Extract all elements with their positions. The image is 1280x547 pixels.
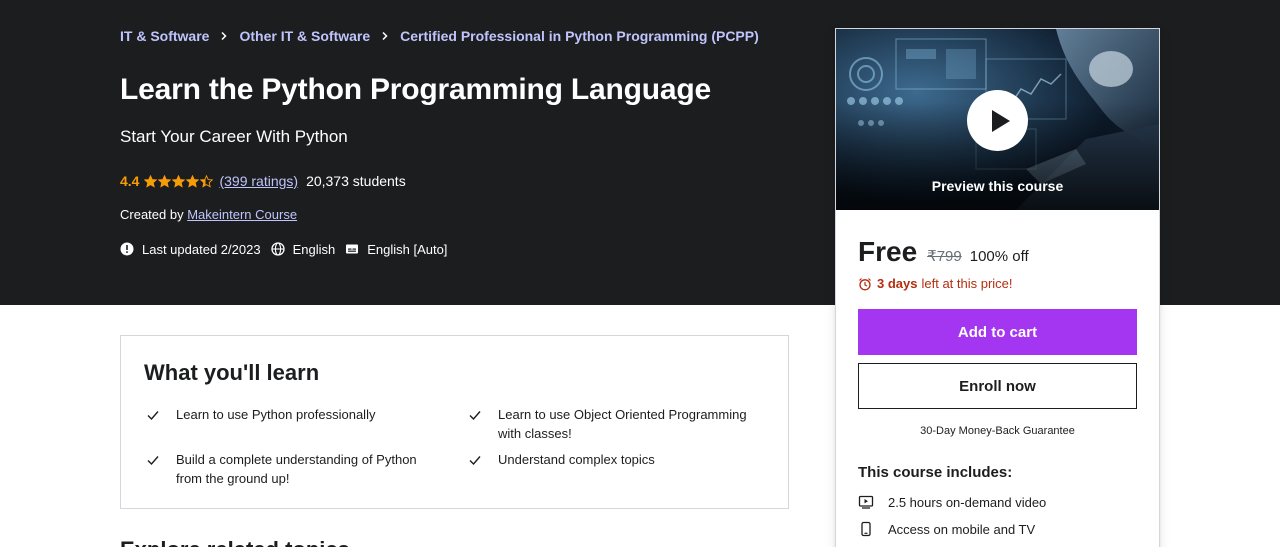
what-youll-learn: What you'll learn Learn to use Python pr… [120, 335, 789, 509]
learn-item-text: Understand complex topics [498, 452, 655, 467]
star-icon [186, 174, 200, 188]
language: English [270, 241, 336, 257]
play-icon [991, 109, 1010, 132]
money-back-guarantee: 30-Day Money-Back Guarantee [920, 425, 1075, 437]
star-icon [158, 174, 172, 188]
breadcrumb-item-other-it-software[interactable]: Other IT & Software [239, 28, 370, 44]
course-meta: Last updated 2/2023 English English [Aut… [120, 241, 457, 257]
closed-captions-icon [346, 244, 359, 254]
star-icon [172, 174, 186, 188]
check-icon [147, 456, 159, 466]
rating-stars [144, 174, 214, 188]
alarm-clock-icon [859, 277, 871, 290]
check-icon [469, 456, 481, 466]
original-price: ₹799 [927, 248, 962, 265]
learn-item: Learn to use Object Oriented Programming… [468, 405, 768, 443]
timer-days: 3 days [877, 276, 918, 291]
globe-icon [270, 242, 285, 256]
learn-item: Understand complex topics [468, 450, 768, 469]
chevron-right-icon [219, 31, 229, 41]
course-title: Learn the Python Programming Language [120, 73, 712, 106]
timer-text: left at this price! [921, 276, 1013, 291]
created-by-label: Created by [120, 207, 184, 222]
current-price: Free [858, 236, 918, 267]
purchase-sidebar: Preview this course Free ₹799 100% off 3… [835, 28, 1160, 547]
breadcrumb: IT & Software Other IT & Software Certif… [120, 27, 759, 45]
learn-item-text: Learn to use Object Oriented Programming… [498, 407, 747, 441]
ratings-count-link[interactable]: (399 ratings) [219, 173, 298, 189]
chevron-right-icon [380, 31, 390, 41]
check-icon [469, 411, 481, 421]
learn-item: Learn to use Python professionally [146, 405, 436, 424]
mobile-icon [861, 521, 871, 537]
learn-item-text: Learn to use Python professionally [176, 407, 376, 422]
add-to-cart-button[interactable]: Add to cart [858, 309, 1137, 355]
video-icon [858, 495, 874, 509]
rating-row: 4.4 (399 ratings) 20,373 students [120, 172, 406, 190]
explore-related-topics-heading: Explore related topics [120, 537, 350, 547]
discount-timer: 3 days left at this price! [858, 276, 1013, 291]
course-subtitle: Start Your Career With Python [120, 127, 348, 146]
includes-item-text: Access on mobile and TV [888, 521, 1036, 537]
includes-item-video: 2.5 hours on-demand video [858, 494, 1046, 510]
last-updated: Last updated 2/2023 [120, 242, 261, 257]
includes-item-text: 2.5 hours on-demand video [888, 494, 1047, 510]
price-row: Free ₹799 100% off [858, 236, 1029, 268]
captions: English [Auto] [345, 242, 447, 257]
last-updated-text: Last updated 2/2023 [142, 241, 261, 257]
learn-item-text: Build a complete understanding of Python… [176, 452, 417, 486]
check-icon [147, 411, 159, 421]
preview-course-label: Preview this course [931, 178, 1064, 194]
star-icon [144, 174, 158, 188]
course-includes-title: This course includes: [858, 464, 1013, 481]
includes-item-mobile: Access on mobile and TV [858, 521, 1035, 537]
learn-item: Build a complete understanding of Python… [146, 450, 436, 488]
instructor-link[interactable]: Makeintern Course [187, 207, 297, 222]
students-count: 20,373 students [306, 173, 406, 189]
learn-title: What you'll learn [144, 360, 320, 385]
course-preview[interactable]: Preview this course [836, 29, 1159, 210]
alert-badge-icon [120, 242, 134, 256]
discount-percent: 100% off [969, 248, 1029, 265]
star-icon [200, 174, 214, 188]
language-text: English [292, 241, 336, 257]
captions-text: English [Auto] [367, 241, 448, 257]
breadcrumb-item-it-software[interactable]: IT & Software [120, 28, 209, 44]
breadcrumb-item-pcpp[interactable]: Certified Professional in Python Program… [400, 28, 759, 44]
rating-value: 4.4 [120, 173, 140, 189]
play-button[interactable] [967, 90, 1028, 151]
created-by: Created by Makeintern Course [120, 207, 297, 222]
enroll-now-button[interactable]: Enroll now [858, 363, 1137, 409]
